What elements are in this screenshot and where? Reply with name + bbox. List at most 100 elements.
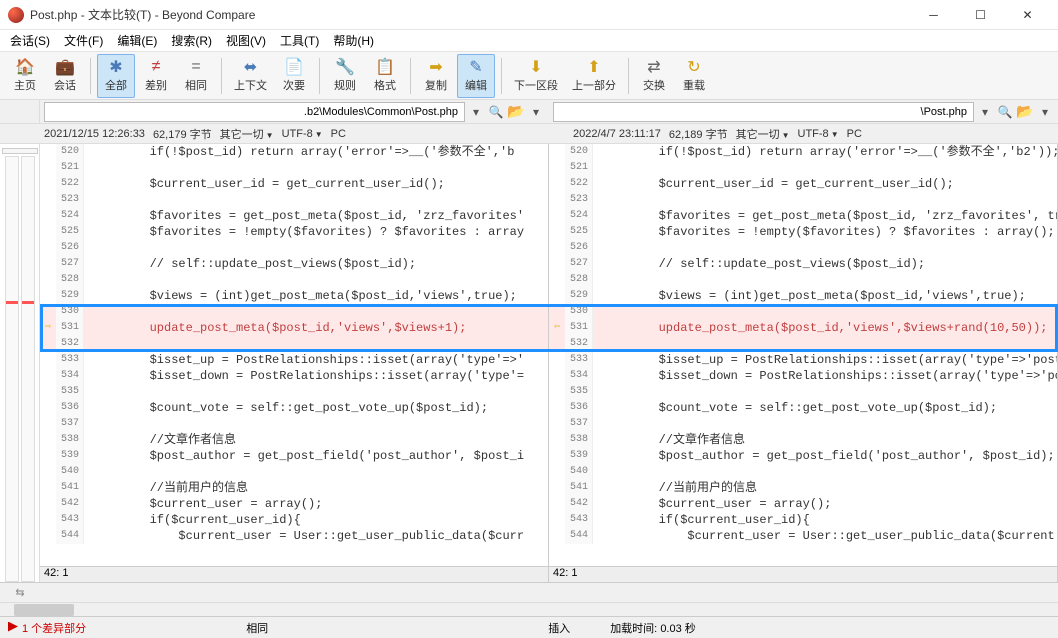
code-line[interactable]: 533 $isset_up = PostRelationships::isset… (40, 352, 548, 368)
right-misc-dropdown[interactable]: 其它一切▼ (736, 126, 790, 142)
minimize-button[interactable]: ─ (911, 1, 956, 29)
code-line[interactable]: 521 (549, 160, 1057, 176)
left-misc-dropdown[interactable]: 其它一切▼ (220, 126, 274, 142)
toolbar-次要-button[interactable]: 📄次要 (275, 54, 313, 98)
code-line[interactable]: ⇦531 update_post_meta($post_id,'views',$… (549, 320, 1057, 336)
code-line[interactable]: 520 if(!$post_id) return array('error'=>… (549, 144, 1057, 160)
left-encoding-dropdown[interactable]: UTF-8▼ (282, 128, 323, 140)
menu-item[interactable]: 帮助(H) (327, 30, 380, 51)
code-line[interactable]: 524 $favorites = get_post_meta($post_id,… (549, 208, 1057, 224)
right-code-pane[interactable]: 520 if(!$post_id) return array('error'=>… (549, 144, 1058, 582)
toolbar-规则-button[interactable]: 🔧规则 (326, 54, 364, 98)
code-line[interactable]: 523 (40, 192, 548, 208)
toolbar-差别-button[interactable]: ≠差别 (137, 54, 175, 98)
overview-diff-marker[interactable] (6, 301, 18, 304)
menu-item[interactable]: 视图(V) (220, 30, 272, 51)
code-line[interactable]: 525 $favorites = !empty($favorites) ? $f… (40, 224, 548, 240)
code-line[interactable]: 523 (549, 192, 1057, 208)
code-line[interactable]: 522 $current_user_id = get_current_user_… (549, 176, 1057, 192)
toolbar-格式-button[interactable]: 📋格式 (366, 54, 404, 98)
code-line[interactable]: 529 $views = (int)get_post_meta($post_id… (40, 288, 548, 304)
code-line[interactable]: 525 $favorites = !empty($favorites) ? $f… (549, 224, 1057, 240)
code-line[interactable]: ⇨531 update_post_meta($post_id,'views',$… (40, 320, 548, 336)
code-line[interactable]: 536 $count_vote = self::get_post_vote_up… (40, 400, 548, 416)
code-line[interactable]: 541 //当前用户的信息 (40, 480, 548, 496)
code-line[interactable]: 540 (40, 464, 548, 480)
maximize-button[interactable]: ☐ (958, 1, 1003, 29)
scrollbar-thumb[interactable] (14, 604, 74, 616)
code-line[interactable]: 533 $isset_up = PostRelationships::isset… (549, 352, 1057, 368)
code-line[interactable]: 541 //当前用户的信息 (549, 480, 1057, 496)
code-line[interactable]: 542 $current_user = array(); (549, 496, 1057, 512)
code-line[interactable]: 528 (40, 272, 548, 288)
menu-item[interactable]: 工具(T) (274, 30, 325, 51)
toolbar-相同-button[interactable]: =相同 (177, 54, 215, 98)
right-path-dropdown[interactable]: ▾ (976, 102, 994, 122)
toolbar-复制-button[interactable]: ➡复制 (417, 54, 455, 98)
code-line[interactable]: 526 (549, 240, 1057, 256)
toolbar-下一区段-button[interactable]: ⬇下一区段 (508, 54, 564, 98)
code-line[interactable]: 539 $post_author = get_post_field('post_… (40, 448, 548, 464)
code-line[interactable]: 528 (549, 272, 1057, 288)
left-folder-dropdown[interactable]: ▾ (527, 102, 545, 122)
code-line[interactable]: 529 $views = (int)get_post_meta($post_id… (549, 288, 1057, 304)
code-line[interactable]: 537 (40, 416, 548, 432)
code-line[interactable]: 543 if($current_user_id){ (40, 512, 548, 528)
left-browse-button[interactable]: 🔍 (487, 102, 505, 122)
left-code-pane[interactable]: 520 if(!$post_id) return array('error'=>… (40, 144, 549, 582)
code-line[interactable]: 543 if($current_user_id){ (549, 512, 1057, 528)
toolbar-上下文-button[interactable]: ⬌上下文 (228, 54, 273, 98)
right-browse-button[interactable]: 🔍 (996, 102, 1014, 122)
line-arrow-gutter (40, 400, 56, 416)
toolbar-交换-button[interactable]: ⇄交换 (635, 54, 673, 98)
code-line[interactable]: 544 $current_user = User::get_user_publi… (40, 528, 548, 544)
right-encoding-dropdown[interactable]: UTF-8▼ (798, 128, 839, 140)
overview-diff-marker[interactable] (22, 301, 34, 304)
code-line[interactable]: 534 $isset_down = PostRelationships::iss… (40, 368, 548, 384)
code-line[interactable]: 542 $current_user = array(); (40, 496, 548, 512)
toolbar-编辑-button[interactable]: ✎编辑 (457, 54, 495, 98)
code-line[interactable]: 540 (549, 464, 1057, 480)
detail-arrows[interactable]: ⇆ (0, 586, 40, 599)
code-line[interactable]: 527 // self::update_post_views($post_id)… (549, 256, 1057, 272)
code-line[interactable]: 534 $isset_down = PostRelationships::iss… (549, 368, 1057, 384)
code-line[interactable]: 527 // self::update_post_views($post_id)… (40, 256, 548, 272)
code-line[interactable]: 520 if(!$post_id) return array('error'=>… (40, 144, 548, 160)
code-line[interactable]: 535 (40, 384, 548, 400)
toolbar-重载-button[interactable]: ↻重载 (675, 54, 713, 98)
code-line[interactable]: 530 (40, 304, 548, 320)
code-line[interactable]: 530 (549, 304, 1057, 320)
code-line[interactable]: 532 (549, 336, 1057, 352)
right-path-input[interactable]: \Post.php (553, 102, 974, 122)
right-folder-dropdown[interactable]: ▾ (1036, 102, 1054, 122)
toolbar-上一部分-button[interactable]: ⬆上一部分 (566, 54, 622, 98)
code-line[interactable]: 537 (549, 416, 1057, 432)
toolbar-主页-button[interactable]: 🏠主页 (6, 54, 44, 98)
menu-item[interactable]: 会话(S) (4, 30, 56, 51)
close-button[interactable]: ✕ (1005, 1, 1050, 29)
left-path-dropdown[interactable]: ▾ (467, 102, 485, 122)
menu-item[interactable]: 编辑(E) (111, 30, 163, 51)
menu-item[interactable]: 搜索(R) (165, 30, 218, 51)
left-open-folder[interactable]: 📂 (507, 102, 525, 122)
code-line[interactable]: 539 $post_author = get_post_field('post_… (549, 448, 1057, 464)
code-line[interactable]: 538 //文章作者信息 (549, 432, 1057, 448)
code-line[interactable]: 526 (40, 240, 548, 256)
right-platform-dropdown[interactable]: PC (847, 128, 862, 140)
menu-item[interactable]: 文件(F) (58, 30, 109, 51)
code-line[interactable]: 536 $count_vote = self::get_post_vote_up… (549, 400, 1057, 416)
code-line[interactable]: 532 (40, 336, 548, 352)
left-platform-dropdown[interactable]: PC (331, 128, 346, 140)
code-line[interactable]: 544 $current_user = User::get_user_publi… (549, 528, 1057, 544)
horizontal-scrollbar[interactable] (0, 602, 1058, 616)
right-open-folder[interactable]: 📂 (1016, 102, 1034, 122)
code-line[interactable]: 522 $current_user_id = get_current_user_… (40, 176, 548, 192)
toolbar-全部-button[interactable]: ✱全部 (97, 54, 135, 98)
overview-gutter[interactable] (0, 144, 40, 582)
code-line[interactable]: 521 (40, 160, 548, 176)
code-line[interactable]: 538 //文章作者信息 (40, 432, 548, 448)
code-line[interactable]: 535 (549, 384, 1057, 400)
code-line[interactable]: 524 $favorites = get_post_meta($post_id,… (40, 208, 548, 224)
left-path-input[interactable]: .b2\Modules\Common\Post.php (44, 102, 465, 122)
toolbar-会话-button[interactable]: 💼会话 (46, 54, 84, 98)
